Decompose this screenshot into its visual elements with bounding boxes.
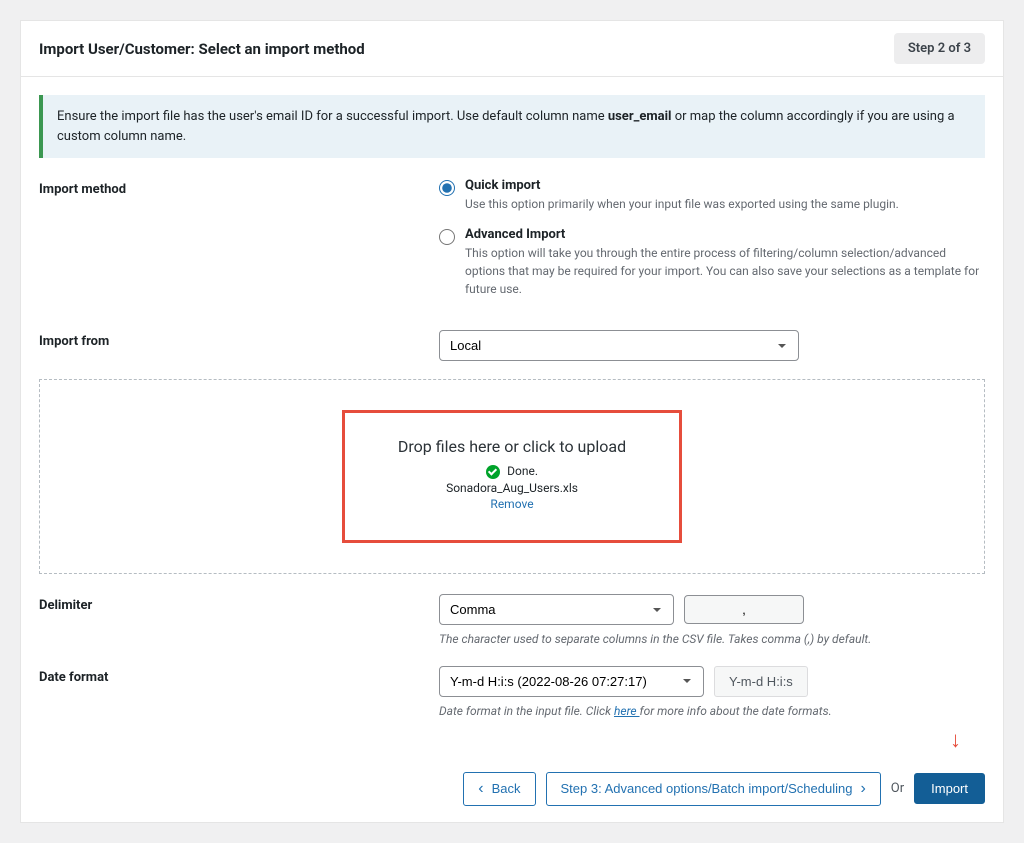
import-from-label: Import from [39,330,439,349]
date-format-button[interactable]: Y-m-d H:i:s [714,666,808,697]
import-panel: Import User/Customer: Select an import m… [20,20,1004,823]
advanced-import-option[interactable]: Advanced Import This option will take yo… [439,227,985,298]
page-title: Import User/Customer: Select an import m… [39,40,365,58]
import-method-row: Import method Quick import Use this opti… [39,178,985,312]
done-text: Done. [507,464,538,478]
back-button[interactable]: Back [463,772,535,806]
arrow-down-icon: ↓ [950,730,961,752]
import-method-label: Import method [39,178,439,197]
notice-text-pre: Ensure the import file has the user's em… [57,109,608,124]
chevron-right-icon [858,780,865,798]
date-format-label: Date format [39,666,439,685]
import-from-row: Import from Local [39,330,985,361]
uploaded-file-name: Sonadora_Aug_Users.xls [395,481,629,495]
or-text: Or [891,781,904,796]
dropzone-title: Drop files here or click to upload [395,437,629,456]
step-badge: Step 2 of 3 [894,33,985,64]
panel-header: Import User/Customer: Select an import m… [21,21,1003,77]
date-format-help-link[interactable]: here [614,704,640,718]
delimiter-label: Delimiter [39,594,439,613]
quick-import-title: Quick import [465,178,985,193]
delimiter-input[interactable] [684,595,804,624]
chevron-left-icon [478,780,485,798]
date-format-row: Date format Y-m-d H:i:s (2022-08-26 07:2… [39,666,985,720]
delimiter-select[interactable]: Comma [439,594,674,625]
quick-import-radio[interactable] [439,180,455,196]
file-dropzone[interactable]: Drop files here or click to upload Done.… [342,410,682,543]
date-format-help: Date format in the input file. Click her… [439,703,985,720]
info-notice: Ensure the import file has the user's em… [39,95,985,158]
panel-footer: ↓ Back Step 3: Advanced options/Batch im… [21,756,1003,822]
import-button[interactable]: Import [914,773,985,804]
advanced-import-radio[interactable] [439,229,455,245]
notice-text-bold: user_email [608,109,672,124]
advanced-import-title: Advanced Import [465,227,985,242]
step3-button[interactable]: Step 3: Advanced options/Batch import/Sc… [546,772,881,806]
upload-status: Done. [395,464,629,479]
check-icon [486,465,500,479]
quick-import-desc: Use this option primarily when your inpu… [465,195,985,213]
quick-import-option[interactable]: Quick import Use this option primarily w… [439,178,985,213]
delimiter-help: The character used to separate columns i… [439,631,985,648]
delimiter-row: Delimiter Comma The character used to se… [39,594,985,648]
remove-file-link[interactable]: Remove [490,497,533,511]
date-format-select[interactable]: Y-m-d H:i:s (2022-08-26 07:27:17) [439,666,704,697]
import-from-select[interactable]: Local [439,330,799,361]
panel-content: Ensure the import file has the user's em… [21,77,1003,756]
advanced-import-desc: This option will take you through the en… [465,244,985,298]
dropzone-wrapper: Drop files here or click to upload Done.… [39,379,985,574]
